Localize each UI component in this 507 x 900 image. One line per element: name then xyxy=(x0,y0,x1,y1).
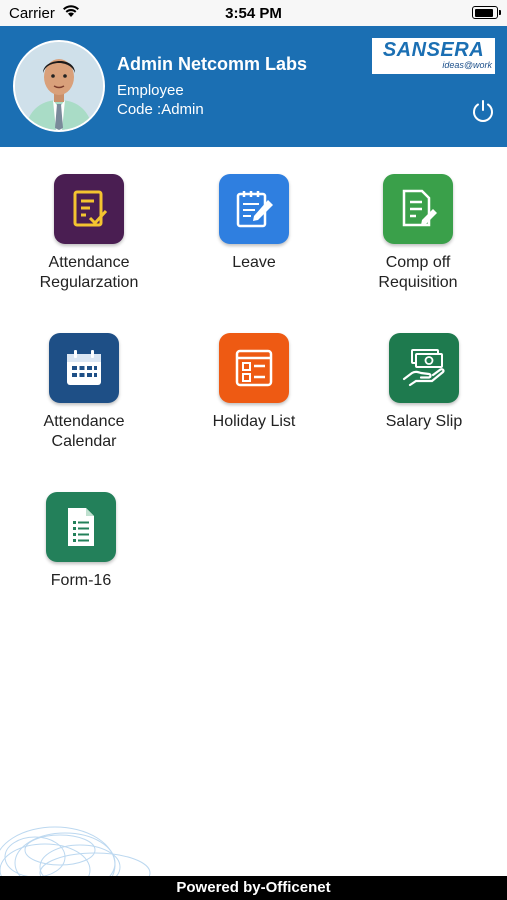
user-code: Code :Admin xyxy=(117,101,204,118)
clock: 3:54 PM xyxy=(225,5,282,22)
salary-money-hand-icon xyxy=(402,349,445,387)
tile-leave[interactable]: Leave xyxy=(184,174,324,304)
footer-bar: Powered by-Officenet xyxy=(0,876,507,900)
tile-label: Comp off Requisition xyxy=(378,254,458,291)
tile-attendance-calendar[interactable]: Attendance Calendar xyxy=(14,333,154,463)
brand-tagline: ideas@work xyxy=(442,60,492,70)
profile-header: Admin Netcomm Labs Employee Code :Admin … xyxy=(0,26,507,147)
tile-holiday-list[interactable]: Holiday List xyxy=(184,333,324,463)
tile-label: Holiday List xyxy=(212,413,296,430)
comp-off-document-icon xyxy=(402,189,437,227)
tile-label: Salary Slip xyxy=(385,413,463,430)
tile-label: Attendance Regularzation xyxy=(39,254,139,291)
calendar-icon xyxy=(67,350,101,385)
brand-name: SANSERA xyxy=(382,39,485,61)
icon-box xyxy=(383,174,453,244)
tile-comp-off-requisition[interactable]: Comp off Requisition xyxy=(348,174,488,304)
user-role: Employee xyxy=(117,82,184,99)
tile-salary-slip[interactable]: Salary Slip xyxy=(354,333,494,463)
avatar xyxy=(13,40,105,132)
attendance-regularization-icon xyxy=(73,190,108,227)
status-bar: Carrier 3:54 PM xyxy=(0,0,507,26)
icon-box xyxy=(54,174,124,244)
battery-icon xyxy=(472,6,501,19)
tile-attendance-regularization[interactable]: Attendance Regularzation xyxy=(19,174,159,304)
leave-note-icon xyxy=(236,191,273,228)
icon-box xyxy=(49,333,119,403)
holiday-list-icon xyxy=(235,349,273,387)
background-pattern xyxy=(0,826,151,885)
icon-box xyxy=(219,333,289,403)
company-logo: SANSERA ideas@work xyxy=(372,38,495,74)
power-icon[interactable] xyxy=(470,98,496,124)
user-name: Admin Netcomm Labs xyxy=(117,54,308,74)
tile-label: Attendance Calendar xyxy=(43,413,125,450)
tile-form-16[interactable]: Form-16 xyxy=(11,492,151,622)
icon-box xyxy=(219,174,289,244)
tile-label: Leave xyxy=(232,254,276,271)
form-document-icon xyxy=(68,508,94,546)
icon-box xyxy=(389,333,459,403)
icon-box xyxy=(46,492,116,562)
tile-label: Form-16 xyxy=(50,572,112,589)
